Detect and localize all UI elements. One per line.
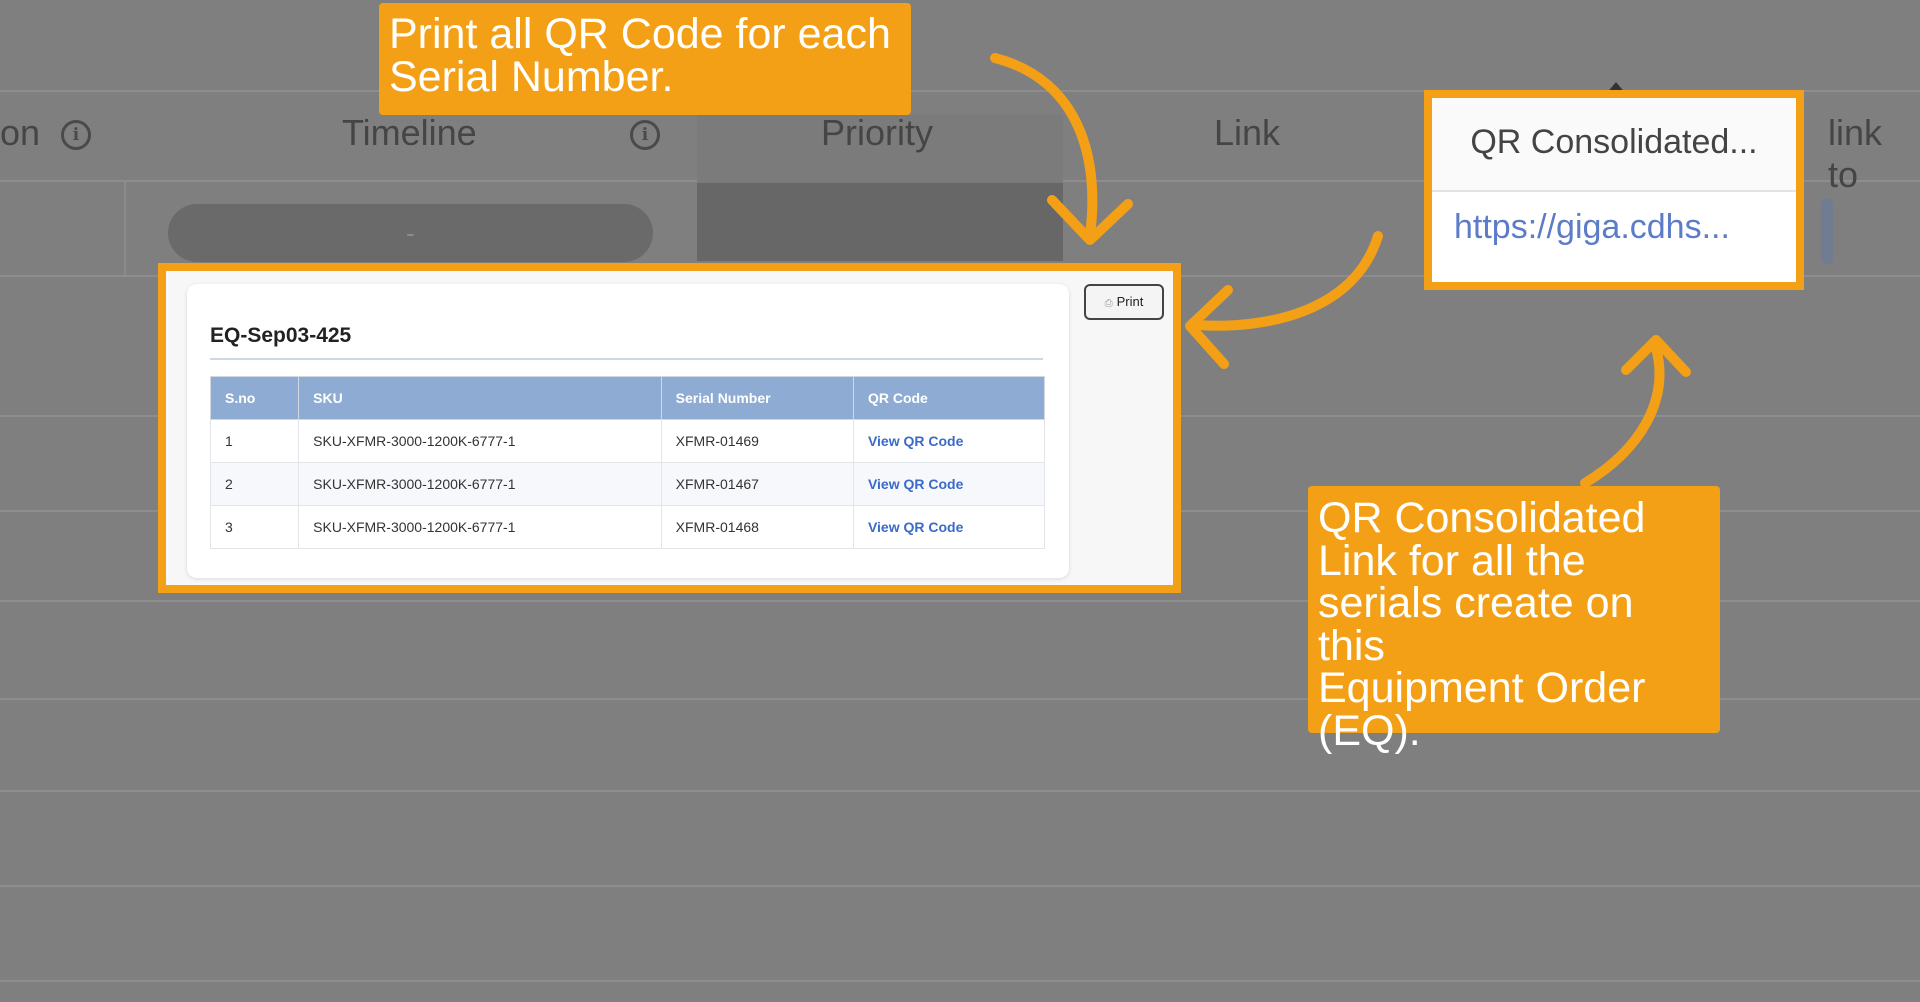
arrow-to-print [990,53,1098,240]
arrow-to-popup [1190,231,1383,331]
annotation-arrows [990,53,1691,488]
